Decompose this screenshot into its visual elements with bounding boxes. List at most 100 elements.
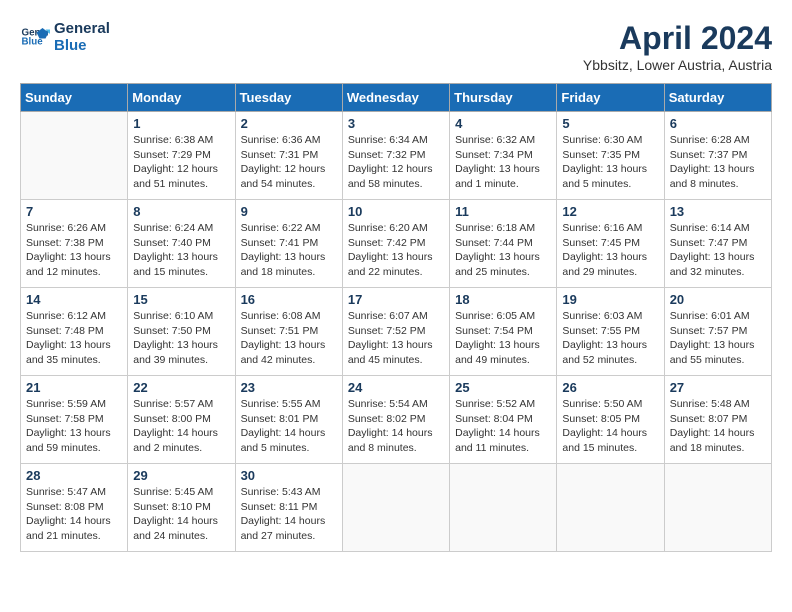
day-number: 20 — [670, 292, 766, 307]
calendar-cell: 19 Sunrise: 6:03 AMSunset: 7:55 PMDayligh… — [557, 288, 664, 376]
logo-icon: General Blue — [20, 22, 50, 52]
calendar-cell: 25 Sunrise: 5:52 AMSunset: 8:04 PMDayligh… — [450, 376, 557, 464]
calendar-week-row: 28 Sunrise: 5:47 AMSunset: 8:08 PMDayligh… — [21, 464, 772, 552]
weekday-header-row: SundayMondayTuesdayWednesdayThursdayFrid… — [21, 84, 772, 112]
calendar-cell: 27 Sunrise: 5:48 AMSunset: 8:07 PMDayligh… — [664, 376, 771, 464]
day-info: Sunrise: 6:30 AMSunset: 7:35 PMDaylight:… — [562, 133, 658, 192]
weekday-header-friday: Friday — [557, 84, 664, 112]
day-info: Sunrise: 6:12 AMSunset: 7:48 PMDaylight:… — [26, 309, 122, 368]
calendar-cell: 10 Sunrise: 6:20 AMSunset: 7:42 PMDayligh… — [342, 200, 449, 288]
day-number: 21 — [26, 380, 122, 395]
day-number: 8 — [133, 204, 229, 219]
weekday-header-sunday: Sunday — [21, 84, 128, 112]
day-info: Sunrise: 6:32 AMSunset: 7:34 PMDaylight:… — [455, 133, 551, 192]
calendar-cell: 2Sunrise: 6:36 AMSunset: 7:31 PMDaylight… — [235, 112, 342, 200]
day-number: 10 — [348, 204, 444, 219]
logo-blue: Blue — [54, 37, 110, 54]
day-info: Sunrise: 5:52 AMSunset: 8:04 PMDaylight:… — [455, 397, 551, 456]
day-info: Sunrise: 6:20 AMSunset: 7:42 PMDaylight:… — [348, 221, 444, 280]
day-info: Sunrise: 6:16 AMSunset: 7:45 PMDaylight:… — [562, 221, 658, 280]
day-info: Sunrise: 5:45 AMSunset: 8:10 PMDaylight:… — [133, 485, 229, 544]
calendar-cell — [342, 464, 449, 552]
calendar-cell: 29Sunrise: 5:45 AMSunset: 8:10 PMDayligh… — [128, 464, 235, 552]
day-number: 7 — [26, 204, 122, 219]
day-info: Sunrise: 6:10 AMSunset: 7:50 PMDaylight:… — [133, 309, 229, 368]
calendar-cell: 12 Sunrise: 6:16 AMSunset: 7:45 PMDayligh… — [557, 200, 664, 288]
day-number: 1 — [133, 116, 229, 131]
weekday-header-saturday: Saturday — [664, 84, 771, 112]
calendar-cell: 4Sunrise: 6:32 AMSunset: 7:34 PMDaylight… — [450, 112, 557, 200]
day-info: Sunrise: 5:47 AMSunset: 8:08 PMDaylight:… — [26, 485, 122, 544]
weekday-header-monday: Monday — [128, 84, 235, 112]
day-number: 2 — [241, 116, 337, 131]
day-number: 25 — [455, 380, 551, 395]
day-number: 19 — [562, 292, 658, 307]
day-number: 22 — [133, 380, 229, 395]
day-info: Sunrise: 5:57 AMSunset: 8:00 PMDaylight:… — [133, 397, 229, 456]
day-number: 27 — [670, 380, 766, 395]
day-info: Sunrise: 6:22 AMSunset: 7:41 PMDaylight:… — [241, 221, 337, 280]
day-number: 6 — [670, 116, 766, 131]
calendar-cell: 1Sunrise: 6:38 AMSunset: 7:29 PMDaylight… — [128, 112, 235, 200]
calendar-cell: 28 Sunrise: 5:47 AMSunset: 8:08 PMDayligh… — [21, 464, 128, 552]
calendar-cell: 18Sunrise: 6:05 AMSunset: 7:54 PMDayligh… — [450, 288, 557, 376]
day-info: Sunrise: 6:24 AMSunset: 7:40 PMDaylight:… — [133, 221, 229, 280]
weekday-header-wednesday: Wednesday — [342, 84, 449, 112]
day-info: Sunrise: 6:14 AMSunset: 7:47 PMDaylight:… — [670, 221, 766, 280]
day-info: Sunrise: 5:59 AMSunset: 7:58 PMDaylight:… — [26, 397, 122, 456]
calendar-week-row: 14 Sunrise: 6:12 AMSunset: 7:48 PMDayligh… — [21, 288, 772, 376]
day-info: Sunrise: 6:07 AMSunset: 7:52 PMDaylight:… — [348, 309, 444, 368]
weekday-header-thursday: Thursday — [450, 84, 557, 112]
day-info: Sunrise: 5:55 AMSunset: 8:01 PMDaylight:… — [241, 397, 337, 456]
day-info: Sunrise: 6:26 AMSunset: 7:38 PMDaylight:… — [26, 221, 122, 280]
calendar-cell: 20 Sunrise: 6:01 AMSunset: 7:57 PMDayligh… — [664, 288, 771, 376]
calendar-cell: 9 Sunrise: 6:22 AMSunset: 7:41 PMDaylight… — [235, 200, 342, 288]
title-block: April 2024 Ybbsitz, Lower Austria, Austr… — [583, 20, 772, 73]
calendar-cell: 14 Sunrise: 6:12 AMSunset: 7:48 PMDayligh… — [21, 288, 128, 376]
calendar-cell: 13 Sunrise: 6:14 AMSunset: 7:47 PMDayligh… — [664, 200, 771, 288]
calendar-cell: 30Sunrise: 5:43 AMSunset: 8:11 PMDayligh… — [235, 464, 342, 552]
day-number: 13 — [670, 204, 766, 219]
day-info: Sunrise: 6:03 AMSunset: 7:55 PMDaylight:… — [562, 309, 658, 368]
day-info: Sunrise: 6:08 AMSunset: 7:51 PMDaylight:… — [241, 309, 337, 368]
calendar-table: SundayMondayTuesdayWednesdayThursdayFrid… — [20, 83, 772, 552]
calendar-cell: 17Sunrise: 6:07 AMSunset: 7:52 PMDayligh… — [342, 288, 449, 376]
day-info: Sunrise: 5:48 AMSunset: 8:07 PMDaylight:… — [670, 397, 766, 456]
day-info: Sunrise: 6:01 AMSunset: 7:57 PMDaylight:… — [670, 309, 766, 368]
location: Ybbsitz, Lower Austria, Austria — [583, 57, 772, 73]
day-number: 3 — [348, 116, 444, 131]
day-number: 23 — [241, 380, 337, 395]
calendar-cell: 6 Sunrise: 6:28 AMSunset: 7:37 PMDaylight… — [664, 112, 771, 200]
day-info: Sunrise: 6:18 AMSunset: 7:44 PMDaylight:… — [455, 221, 551, 280]
page-header: General Blue General Blue April 2024 Ybb… — [20, 20, 772, 73]
day-number: 26 — [562, 380, 658, 395]
calendar-cell: 23 Sunrise: 5:55 AMSunset: 8:01 PMDayligh… — [235, 376, 342, 464]
calendar-cell — [557, 464, 664, 552]
calendar-cell: 21 Sunrise: 5:59 AMSunset: 7:58 PMDayligh… — [21, 376, 128, 464]
calendar-cell: 24Sunrise: 5:54 AMSunset: 8:02 PMDayligh… — [342, 376, 449, 464]
calendar-cell: 22 Sunrise: 5:57 AMSunset: 8:00 PMDayligh… — [128, 376, 235, 464]
calendar-week-row: 21 Sunrise: 5:59 AMSunset: 7:58 PMDayligh… — [21, 376, 772, 464]
logo-general: General — [54, 20, 110, 37]
logo: General Blue General Blue — [20, 20, 110, 54]
day-number: 9 — [241, 204, 337, 219]
day-number: 12 — [562, 204, 658, 219]
day-number: 11 — [455, 204, 551, 219]
day-number: 24 — [348, 380, 444, 395]
calendar-cell: 7 Sunrise: 6:26 AMSunset: 7:38 PMDaylight… — [21, 200, 128, 288]
day-info: Sunrise: 6:28 AMSunset: 7:37 PMDaylight:… — [670, 133, 766, 192]
calendar-week-row: 1Sunrise: 6:38 AMSunset: 7:29 PMDaylight… — [21, 112, 772, 200]
calendar-cell: 16Sunrise: 6:08 AMSunset: 7:51 PMDayligh… — [235, 288, 342, 376]
calendar-week-row: 7 Sunrise: 6:26 AMSunset: 7:38 PMDaylight… — [21, 200, 772, 288]
calendar-cell — [21, 112, 128, 200]
weekday-header-tuesday: Tuesday — [235, 84, 342, 112]
day-number: 5 — [562, 116, 658, 131]
calendar-cell — [450, 464, 557, 552]
day-number: 28 — [26, 468, 122, 483]
day-info: Sunrise: 6:05 AMSunset: 7:54 PMDaylight:… — [455, 309, 551, 368]
calendar-cell: 3Sunrise: 6:34 AMSunset: 7:32 PMDaylight… — [342, 112, 449, 200]
day-number: 14 — [26, 292, 122, 307]
calendar-cell — [664, 464, 771, 552]
day-number: 15 — [133, 292, 229, 307]
calendar-cell: 26Sunrise: 5:50 AMSunset: 8:05 PMDayligh… — [557, 376, 664, 464]
